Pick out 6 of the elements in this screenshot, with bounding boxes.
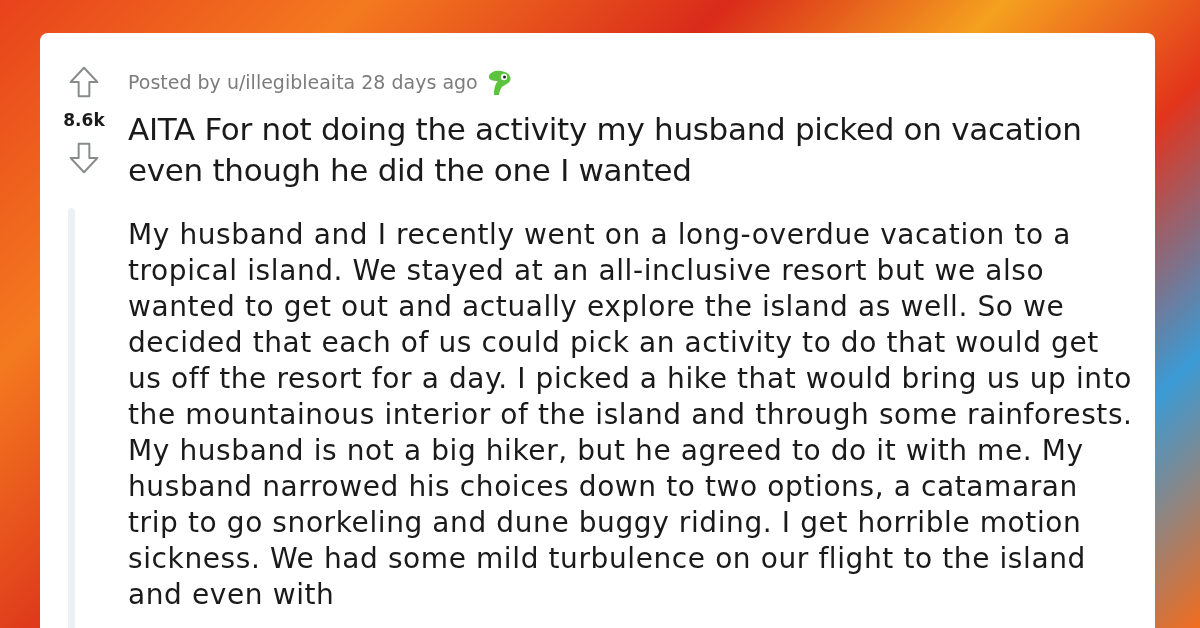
upvote-icon[interactable] (67, 66, 101, 99)
post-meta: Posted by u/illegibleaita 28 days ago (128, 69, 478, 95)
vote-count: 8.6k (63, 109, 105, 133)
post-title: AITA For not doing the activity my husband picked on vacation even though he did the one I wanted (128, 110, 1083, 190)
downvote-icon[interactable] (67, 141, 101, 174)
post-body: My husband and I recently went on a long-overdue vacation to a tropical island. We stayed at an all-inclusive resort but we also wanted to get out and actually explore the island as well. So we decided that each of us could pick an activity to do that would get us off the resort for a day. I picked a hike that would bring us up into the mountainous interior of the island and through some rainforests. My husband is not a big hiker, but he agreed to do it with me. My husband narrowed his choices down to two options, a catamaran trip to go snorkeling and dune buggy riding. I get horrible motion sickness. We had some mild turbulence on our flight to the island and even with (128, 217, 1134, 613)
